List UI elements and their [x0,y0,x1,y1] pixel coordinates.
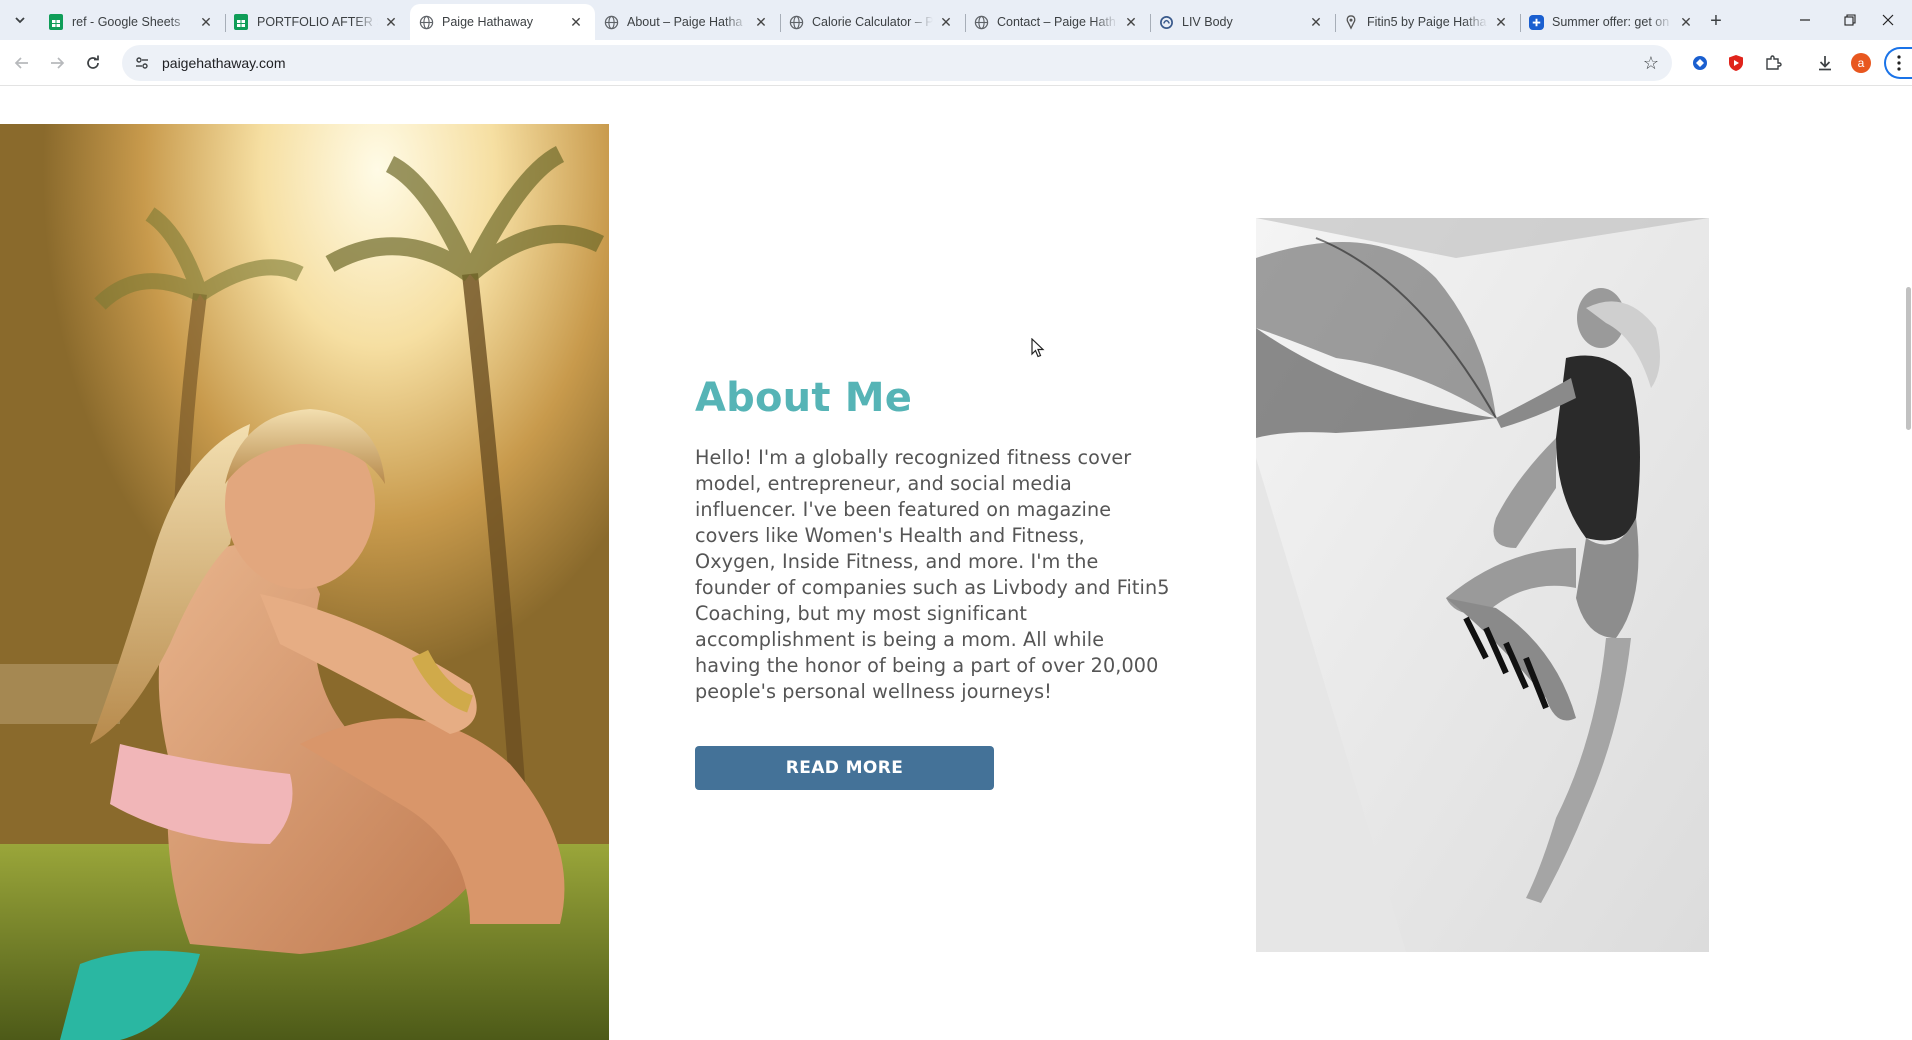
address-bar[interactable]: paigehathaway.com ☆ [122,45,1672,81]
bookmark-star-icon[interactable]: ☆ [1640,52,1662,74]
globe-icon [603,14,619,30]
offer-icon [1528,14,1544,30]
tab-paige-hathaway[interactable]: Paige Hathaway ✕ [410,4,595,40]
tab-calorie-calculator[interactable]: Calorie Calculator – P ✕ [780,4,965,40]
tab-title: Paige Hathaway [442,15,534,29]
browser-toolbar: paigehathaway.com ☆ a [0,40,1912,86]
google-sheets-icon [233,14,249,30]
chevron-down-icon [15,17,25,24]
tab-title: Summer offer: get on [1552,15,1670,29]
tab-summer-offer[interactable]: Summer offer: get on ✕ [1520,4,1705,40]
page-viewport[interactable]: About Me Hello! I'm a globally recognize… [0,87,1912,1040]
plus-icon: + [1710,9,1722,32]
reload-button[interactable] [79,49,107,77]
back-button[interactable] [8,49,36,77]
tab-ref-google-sheets[interactable]: ref - Google Sheets ✕ [40,4,225,40]
arrow-left-icon [14,57,28,69]
tab-fitin5[interactable]: Fitin5 by Paige Hatha ✕ [1335,4,1520,40]
page-scrollbar[interactable] [1904,87,1912,1040]
globe-icon [418,14,434,30]
close-icon[interactable]: ✕ [1307,13,1325,31]
globe-icon [788,14,804,30]
tab-title: ref - Google Sheets [72,15,181,29]
close-icon[interactable]: ✕ [382,13,400,31]
arrow-right-icon [51,57,65,69]
more-vertical-icon [1897,55,1901,71]
close-icon[interactable]: ✕ [1492,13,1510,31]
close-icon[interactable]: ✕ [567,13,585,31]
close-icon[interactable]: ✕ [752,13,770,31]
tab-title: Calorie Calculator – P [812,15,933,29]
close-icon[interactable]: ✕ [1122,13,1140,31]
read-more-button[interactable]: READ MORE [695,746,994,790]
reload-icon [87,55,99,69]
restore-icon [1844,14,1856,26]
close-icon [1882,14,1894,26]
tab-title: PORTFOLIO AFTER SE [257,15,378,29]
scrollbar-thumb[interactable] [1906,287,1911,430]
close-icon[interactable]: ✕ [197,13,215,31]
tab-portfolio-sheets[interactable]: PORTFOLIO AFTER SE ✕ [225,4,410,40]
site-info-icon[interactable] [128,49,156,77]
url-text[interactable]: paigehathaway.com [162,55,285,71]
google-sheets-icon [48,14,64,30]
chrome-menu-button[interactable] [1884,47,1912,79]
mouse-cursor-icon [1031,338,1045,358]
tab-liv-body[interactable]: LIV Body ✕ [1150,4,1335,40]
tab-strip: ref - Google Sheets ✕ PORTFOLIO AFTER SE… [0,0,1912,40]
tab-title: Fitin5 by Paige Hatha [1367,15,1487,29]
tab-search-button[interactable] [6,8,34,32]
livbody-icon [1158,14,1174,30]
downloads-icon[interactable] [1813,51,1837,75]
about-title: About Me [695,375,913,421]
profile-initial: a [1851,53,1871,73]
about-description: Hello! I'm a globally recognized fitness… [695,446,1170,703]
extension-icon[interactable] [1688,51,1712,75]
globe-icon [973,14,989,30]
tab-title: LIV Body [1182,15,1233,29]
tab-contact-paige-hathaway[interactable]: Contact – Paige Hath ✕ [965,4,1150,40]
close-window-button[interactable] [1864,0,1912,40]
new-tab-button[interactable]: + [1702,7,1730,35]
about-photo-left [0,124,609,1040]
puzzle-extensions-icon[interactable] [1761,51,1785,75]
close-icon[interactable]: ✕ [1677,13,1695,31]
tab-list: ref - Google Sheets ✕ PORTFOLIO AFTER SE… [40,4,1705,40]
forward-button[interactable] [43,49,71,77]
shield-extension-icon[interactable] [1724,51,1748,75]
minimize-icon [1800,19,1810,21]
close-icon[interactable]: ✕ [937,13,955,31]
tab-title: Contact – Paige Hath [997,15,1116,29]
about-photo-right [1256,218,1709,952]
fitin5-icon [1343,14,1359,30]
tab-title: About – Paige Hatha [627,15,743,29]
profile-avatar[interactable]: a [1849,51,1873,75]
tab-about-paige-hathaway[interactable]: About – Paige Hatha ✕ [595,4,780,40]
